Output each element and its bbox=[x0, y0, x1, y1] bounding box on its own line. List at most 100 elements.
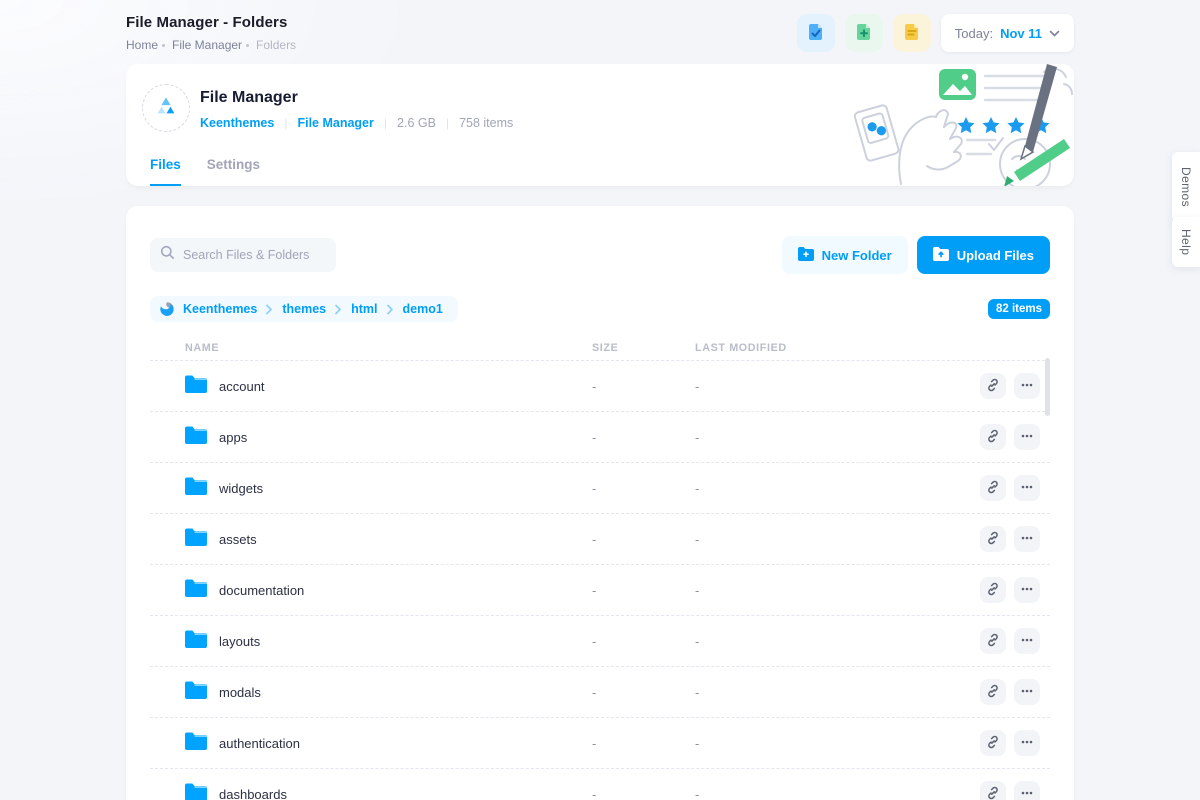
demos-side-tab[interactable]: Demos bbox=[1172, 152, 1200, 222]
path-segment-demo1[interactable]: demo1 bbox=[403, 302, 443, 316]
folder-icon bbox=[185, 477, 207, 500]
link-icon bbox=[986, 786, 1000, 800]
path-segment-themes[interactable]: themes bbox=[282, 302, 326, 316]
table-row[interactable]: authentication - - bbox=[150, 717, 1050, 768]
copy-link-button[interactable] bbox=[980, 475, 1006, 501]
folder-modified: - bbox=[695, 532, 980, 547]
folder-name[interactable]: apps bbox=[219, 430, 247, 445]
link-icon bbox=[986, 633, 1000, 650]
link-icon bbox=[986, 582, 1000, 599]
column-header-size: SIZE bbox=[592, 342, 695, 354]
copy-link-button[interactable] bbox=[980, 424, 1006, 450]
folder-name[interactable]: layouts bbox=[219, 634, 260, 649]
file-lines-button[interactable] bbox=[893, 14, 931, 52]
folder-name[interactable]: authentication bbox=[219, 736, 300, 751]
folder-table-body: account - - apps - - bbox=[150, 360, 1050, 800]
date-filter-value: Nov 11 bbox=[1000, 26, 1042, 41]
new-folder-label: New Folder bbox=[822, 248, 892, 263]
folder-size: - bbox=[592, 583, 695, 598]
folder-icon bbox=[185, 783, 207, 800]
table-row[interactable]: dashboards - - bbox=[150, 768, 1050, 800]
folder-icon bbox=[185, 681, 207, 704]
folder-modified: - bbox=[695, 481, 980, 496]
more-options-button[interactable] bbox=[1014, 577, 1040, 603]
breadcrumb-file-manager[interactable]: File Manager bbox=[172, 38, 242, 52]
date-filter-dropdown[interactable]: Today: Nov 11 bbox=[941, 14, 1074, 52]
folder-modified: - bbox=[695, 685, 980, 700]
copy-link-button[interactable] bbox=[980, 577, 1006, 603]
search-input[interactable] bbox=[183, 248, 326, 262]
help-side-tab[interactable]: Help bbox=[1172, 217, 1200, 267]
date-filter-label: Today: bbox=[955, 26, 993, 41]
folder-name[interactable]: documentation bbox=[219, 583, 304, 598]
table-row[interactable]: layouts - - bbox=[150, 615, 1050, 666]
page-heading: File Manager - Folders Home File Manager… bbox=[126, 14, 296, 52]
folder-plus-icon bbox=[798, 247, 814, 264]
upload-files-button[interactable]: Upload Files bbox=[917, 236, 1050, 274]
storage-size-stat: 2.6 GB bbox=[397, 116, 436, 130]
more-options-button[interactable] bbox=[1014, 628, 1040, 654]
copy-link-button[interactable] bbox=[980, 781, 1006, 800]
tab-files[interactable]: Files bbox=[150, 157, 181, 186]
file-manager-link[interactable]: File Manager bbox=[297, 116, 373, 130]
folder-name[interactable]: dashboards bbox=[219, 787, 287, 800]
ellipsis-icon bbox=[1020, 735, 1034, 752]
folder-icon bbox=[185, 579, 207, 602]
search-box[interactable] bbox=[150, 238, 336, 272]
table-row[interactable]: assets - - bbox=[150, 513, 1050, 564]
more-options-button[interactable] bbox=[1014, 679, 1040, 705]
copy-link-button[interactable] bbox=[980, 628, 1006, 654]
upload-files-label: Upload Files bbox=[957, 248, 1034, 263]
table-row[interactable]: widgets - - bbox=[150, 462, 1050, 513]
table-row[interactable]: account - - bbox=[150, 360, 1050, 411]
folder-size: - bbox=[592, 736, 695, 751]
ellipsis-icon bbox=[1020, 480, 1034, 497]
folder-name[interactable]: widgets bbox=[219, 481, 263, 496]
breadcrumb: Home File Manager Folders bbox=[126, 38, 296, 52]
keenthemes-link[interactable]: Keenthemes bbox=[200, 116, 274, 130]
table-row[interactable]: documentation - - bbox=[150, 564, 1050, 615]
copy-link-button[interactable] bbox=[980, 373, 1006, 399]
path-segment-html[interactable]: html bbox=[351, 302, 377, 316]
ellipsis-icon bbox=[1020, 786, 1034, 800]
review-illustration bbox=[839, 64, 1074, 186]
more-options-button[interactable] bbox=[1014, 424, 1040, 450]
meta-divider: | bbox=[284, 116, 287, 130]
copy-link-button[interactable] bbox=[980, 526, 1006, 552]
column-header-modified: LAST MODIFIED bbox=[695, 342, 1040, 354]
more-options-button[interactable] bbox=[1014, 373, 1040, 399]
folder-icon bbox=[185, 630, 207, 653]
table-row[interactable]: modals - - bbox=[150, 666, 1050, 717]
tab-settings[interactable]: Settings bbox=[207, 157, 260, 186]
folder-size: - bbox=[592, 685, 695, 700]
file-lines-icon bbox=[902, 22, 922, 45]
more-options-button[interactable] bbox=[1014, 475, 1040, 501]
folder-size: - bbox=[592, 430, 695, 445]
folder-modified: - bbox=[695, 379, 980, 394]
avatar bbox=[142, 84, 190, 132]
table-scrollbar[interactable] bbox=[1045, 358, 1050, 416]
table-row[interactable]: apps - - bbox=[150, 411, 1050, 462]
folder-name[interactable]: assets bbox=[219, 532, 257, 547]
more-options-button[interactable] bbox=[1014, 526, 1040, 552]
breadcrumb-home[interactable]: Home bbox=[126, 38, 158, 52]
folder-name[interactable]: modals bbox=[219, 685, 261, 700]
more-options-button[interactable] bbox=[1014, 730, 1040, 756]
ellipsis-icon bbox=[1020, 633, 1034, 650]
ellipsis-icon bbox=[1020, 531, 1034, 548]
file-plus-icon bbox=[854, 22, 874, 45]
folder-icon bbox=[185, 426, 207, 449]
more-options-button[interactable] bbox=[1014, 781, 1040, 800]
card-meta: Keenthemes | File Manager | 2.6 GB | 758… bbox=[200, 116, 513, 130]
new-folder-button[interactable]: New Folder bbox=[782, 236, 908, 274]
topbar-actions: Today: Nov 11 bbox=[797, 14, 1074, 52]
path-segment-keenthemes[interactable]: Keenthemes bbox=[183, 302, 257, 316]
copy-link-button[interactable] bbox=[980, 679, 1006, 705]
column-header-name: NAME bbox=[185, 342, 592, 354]
copy-link-button[interactable] bbox=[980, 730, 1006, 756]
file-plus-button[interactable] bbox=[845, 14, 883, 52]
file-check-icon bbox=[806, 22, 826, 45]
file-check-button[interactable] bbox=[797, 14, 835, 52]
folder-name[interactable]: account bbox=[219, 379, 265, 394]
search-icon bbox=[160, 245, 175, 265]
